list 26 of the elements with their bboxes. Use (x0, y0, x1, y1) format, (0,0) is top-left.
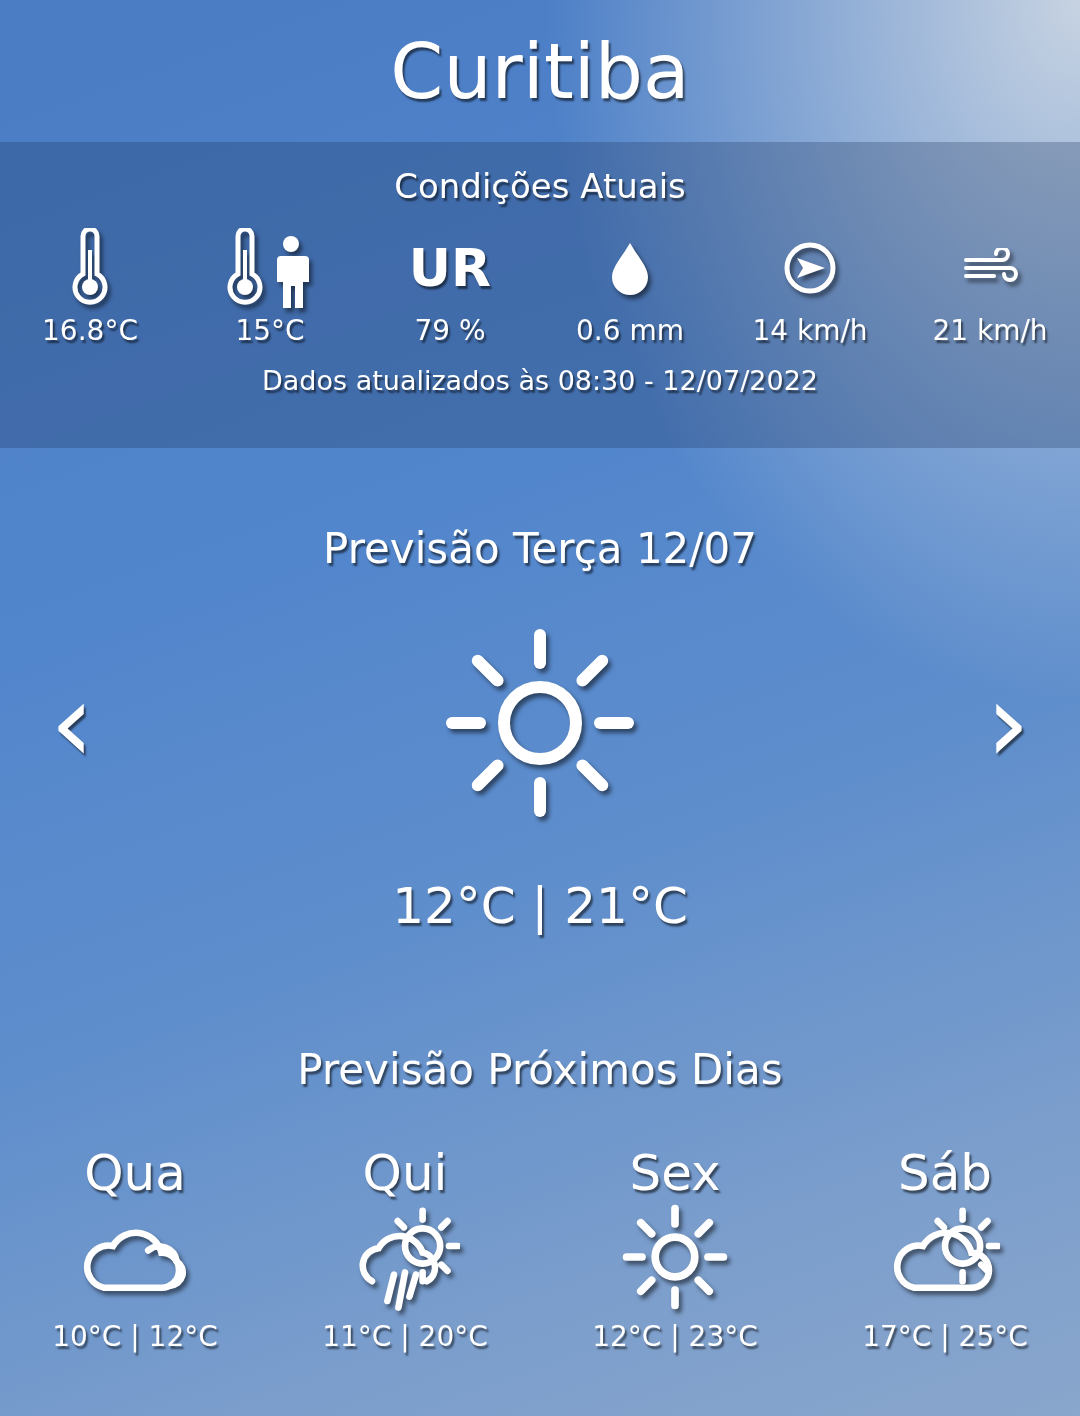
temperature-range: 12°C | 21°C (392, 877, 688, 935)
next-button[interactable]: › (936, 668, 1080, 778)
condition-value: 21 km/h (932, 314, 1048, 347)
temperature-range: 10°C | 12°C (52, 1320, 218, 1353)
condition-value: 14 km/h (752, 314, 868, 347)
day-name: Sáb (897, 1144, 993, 1202)
condition-value: 15°C (235, 314, 305, 347)
temperature-range: 17°C | 25°C (862, 1320, 1028, 1353)
condition-value: 79 % (414, 314, 486, 347)
day-name: Qua (84, 1144, 186, 1202)
day-name: Qui (362, 1144, 448, 1202)
humidity-symbol: UR (408, 238, 492, 298)
section-title: Condições Atuais (394, 166, 686, 206)
forecast-title: Previsão Próximos Dias (297, 1045, 783, 1094)
condition-value: 16.8°C (42, 314, 138, 347)
city-title: Curitiba (389, 25, 691, 118)
temperature-range: 11°C | 20°C (322, 1320, 488, 1353)
sun-icon (620, 1202, 730, 1312)
drop-icon (610, 241, 650, 295)
update-time: Dados atualizados às 08:30 - 12/07/2022 (262, 365, 818, 396)
forecast-title: Previsão Terça 12/07 (323, 524, 757, 573)
thermometer-icon (70, 228, 110, 308)
temperature-range: 12°C | 23°C (592, 1320, 758, 1353)
condition-value: 0.6 mm (576, 314, 684, 347)
previous-button[interactable]: ‹ (0, 668, 144, 778)
day-name: Sex (629, 1144, 721, 1202)
